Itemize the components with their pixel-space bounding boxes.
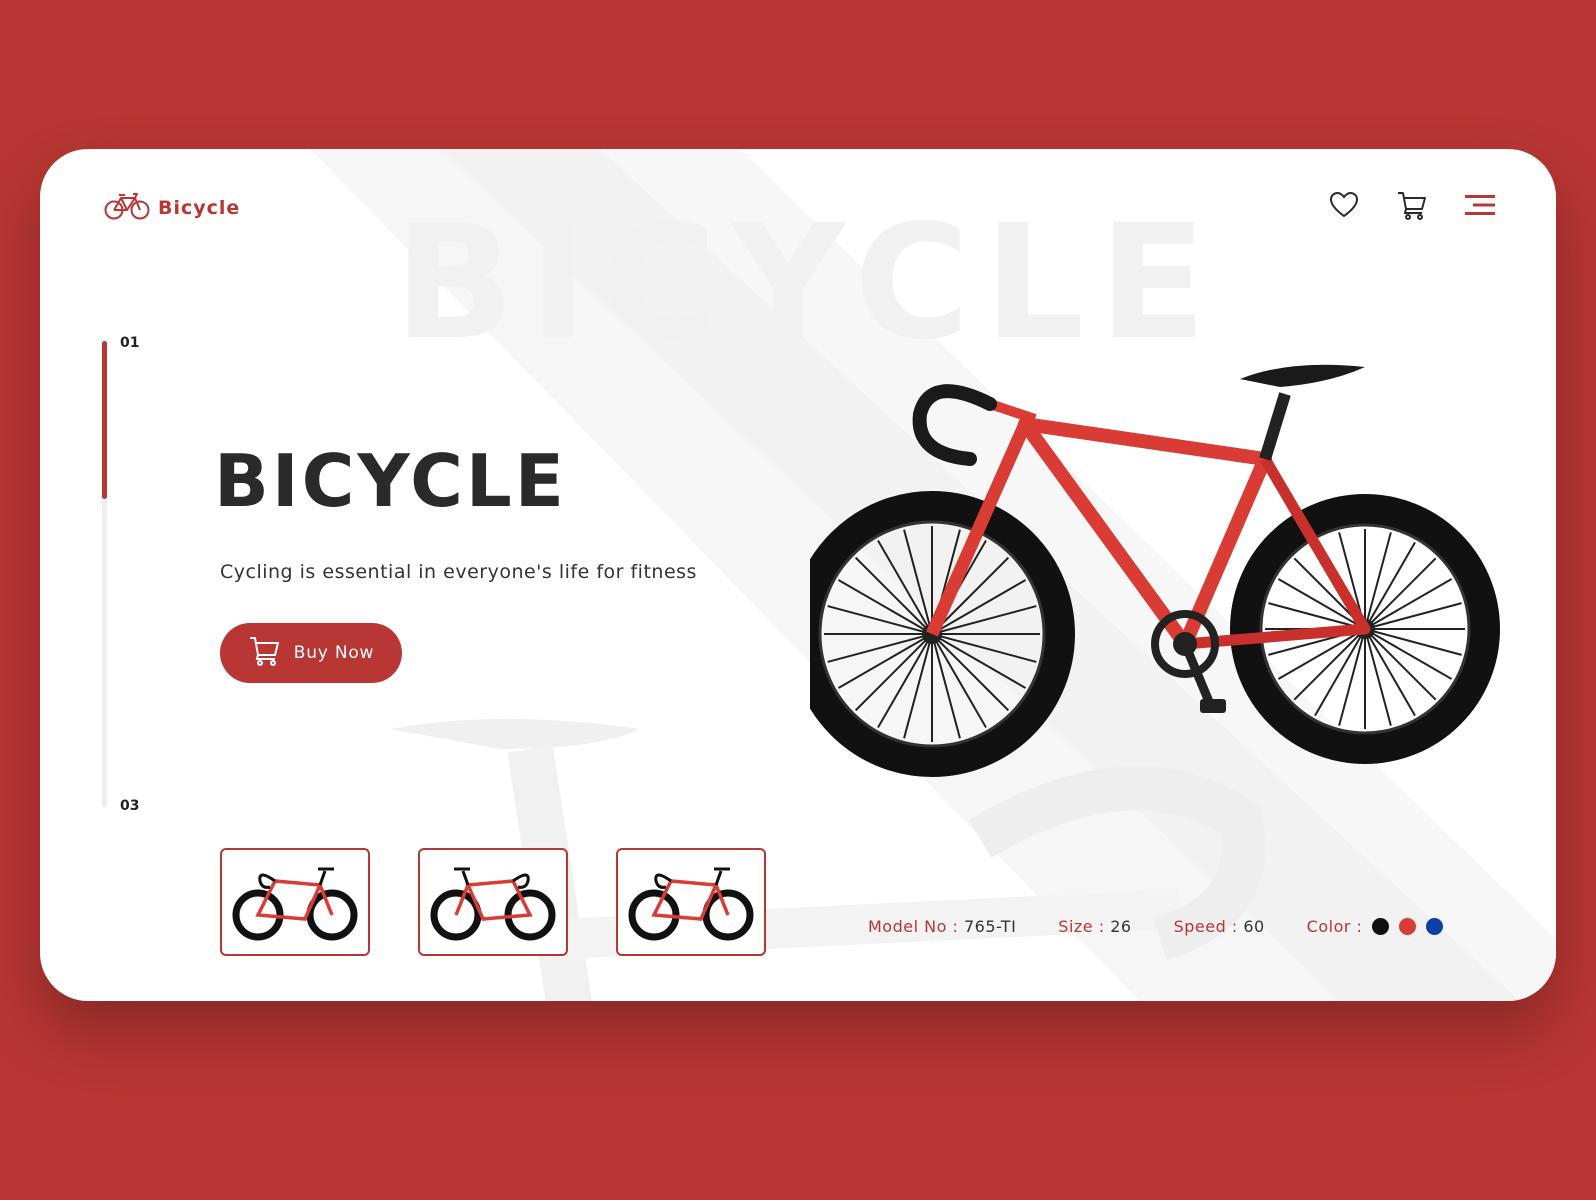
spec-color: Color : — [1307, 917, 1444, 936]
color-swatch-black[interactable] — [1372, 918, 1390, 935]
header-actions — [1326, 189, 1498, 225]
bike-thumbnails — [220, 848, 766, 956]
color-swatch-blue[interactable] — [1426, 918, 1444, 935]
buy-now-label: Buy Now — [293, 643, 375, 663]
spec-color-label: Color : — [1306, 917, 1363, 936]
spec-speed: Speed : 60 — [1174, 917, 1265, 936]
thumbnail-bike-2[interactable] — [418, 848, 568, 956]
background-watermark: BICYCLE — [394, 191, 1221, 375]
wheel-spoke — [903, 529, 933, 635]
bicycle-logo-icon — [104, 191, 150, 225]
wheel-spoke — [1364, 602, 1462, 630]
menu-button[interactable] — [1462, 189, 1498, 225]
wheel-spoke — [903, 633, 933, 739]
slide-total-number: 03 — [120, 798, 140, 814]
product-card: BICYCLE Bicycle 01 03 BICYCLE Cycling is… — [40, 149, 1556, 1001]
spec-model: Model No : 765-TI — [868, 917, 1016, 936]
slide-progress-fill — [102, 341, 107, 499]
cart-button[interactable] — [1394, 189, 1430, 225]
spec-speed-value: 60 — [1243, 917, 1265, 936]
thumbnail-bike-3[interactable] — [616, 848, 766, 956]
spec-size: Size : 26 — [1058, 917, 1131, 936]
spec-model-label: Model No : — [868, 917, 959, 936]
buy-now-button[interactable]: Buy Now — [220, 623, 402, 683]
color-swatch-red[interactable] — [1399, 918, 1417, 935]
menu-icon — [1463, 193, 1497, 221]
wishlist-button[interactable] — [1326, 189, 1362, 225]
cart-icon — [248, 635, 282, 672]
wheel-spoke — [1364, 532, 1392, 630]
wheel-spoke — [1364, 628, 1462, 656]
product-specs: Model No : 765-TI Size : 26 Speed : 60 C… — [868, 917, 1444, 936]
wheel-spoke — [1338, 628, 1366, 726]
thumbnail-bike-image — [430, 867, 556, 941]
spec-size-label: Size : — [1058, 917, 1105, 936]
spec-size-value: 26 — [1110, 917, 1132, 936]
thumbnail-bike-image — [628, 867, 754, 941]
brand-name: Bicycle — [158, 197, 241, 219]
hero-subtitle: Cycling is essential in everyone's life … — [220, 561, 697, 583]
spec-model-value: 765-TI — [963, 917, 1017, 936]
cart-icon — [1396, 189, 1428, 225]
wheel-spoke — [827, 605, 933, 635]
wheel-spoke — [931, 633, 961, 739]
wheel-spoke — [1364, 628, 1392, 726]
thumbnail-bike-image — [232, 867, 358, 941]
slide-current-number: 01 — [120, 335, 140, 351]
brand-logo[interactable]: Bicycle — [104, 191, 240, 225]
wheel-spoke — [827, 633, 933, 663]
spec-speed-label: Speed : — [1173, 917, 1238, 936]
main-bike-image — [810, 364, 1500, 777]
heart-icon — [1329, 191, 1359, 223]
thumbnail-bike-1[interactable] — [220, 848, 370, 956]
wheel-spoke — [931, 633, 1037, 663]
hero-title: BICYCLE — [214, 439, 567, 523]
